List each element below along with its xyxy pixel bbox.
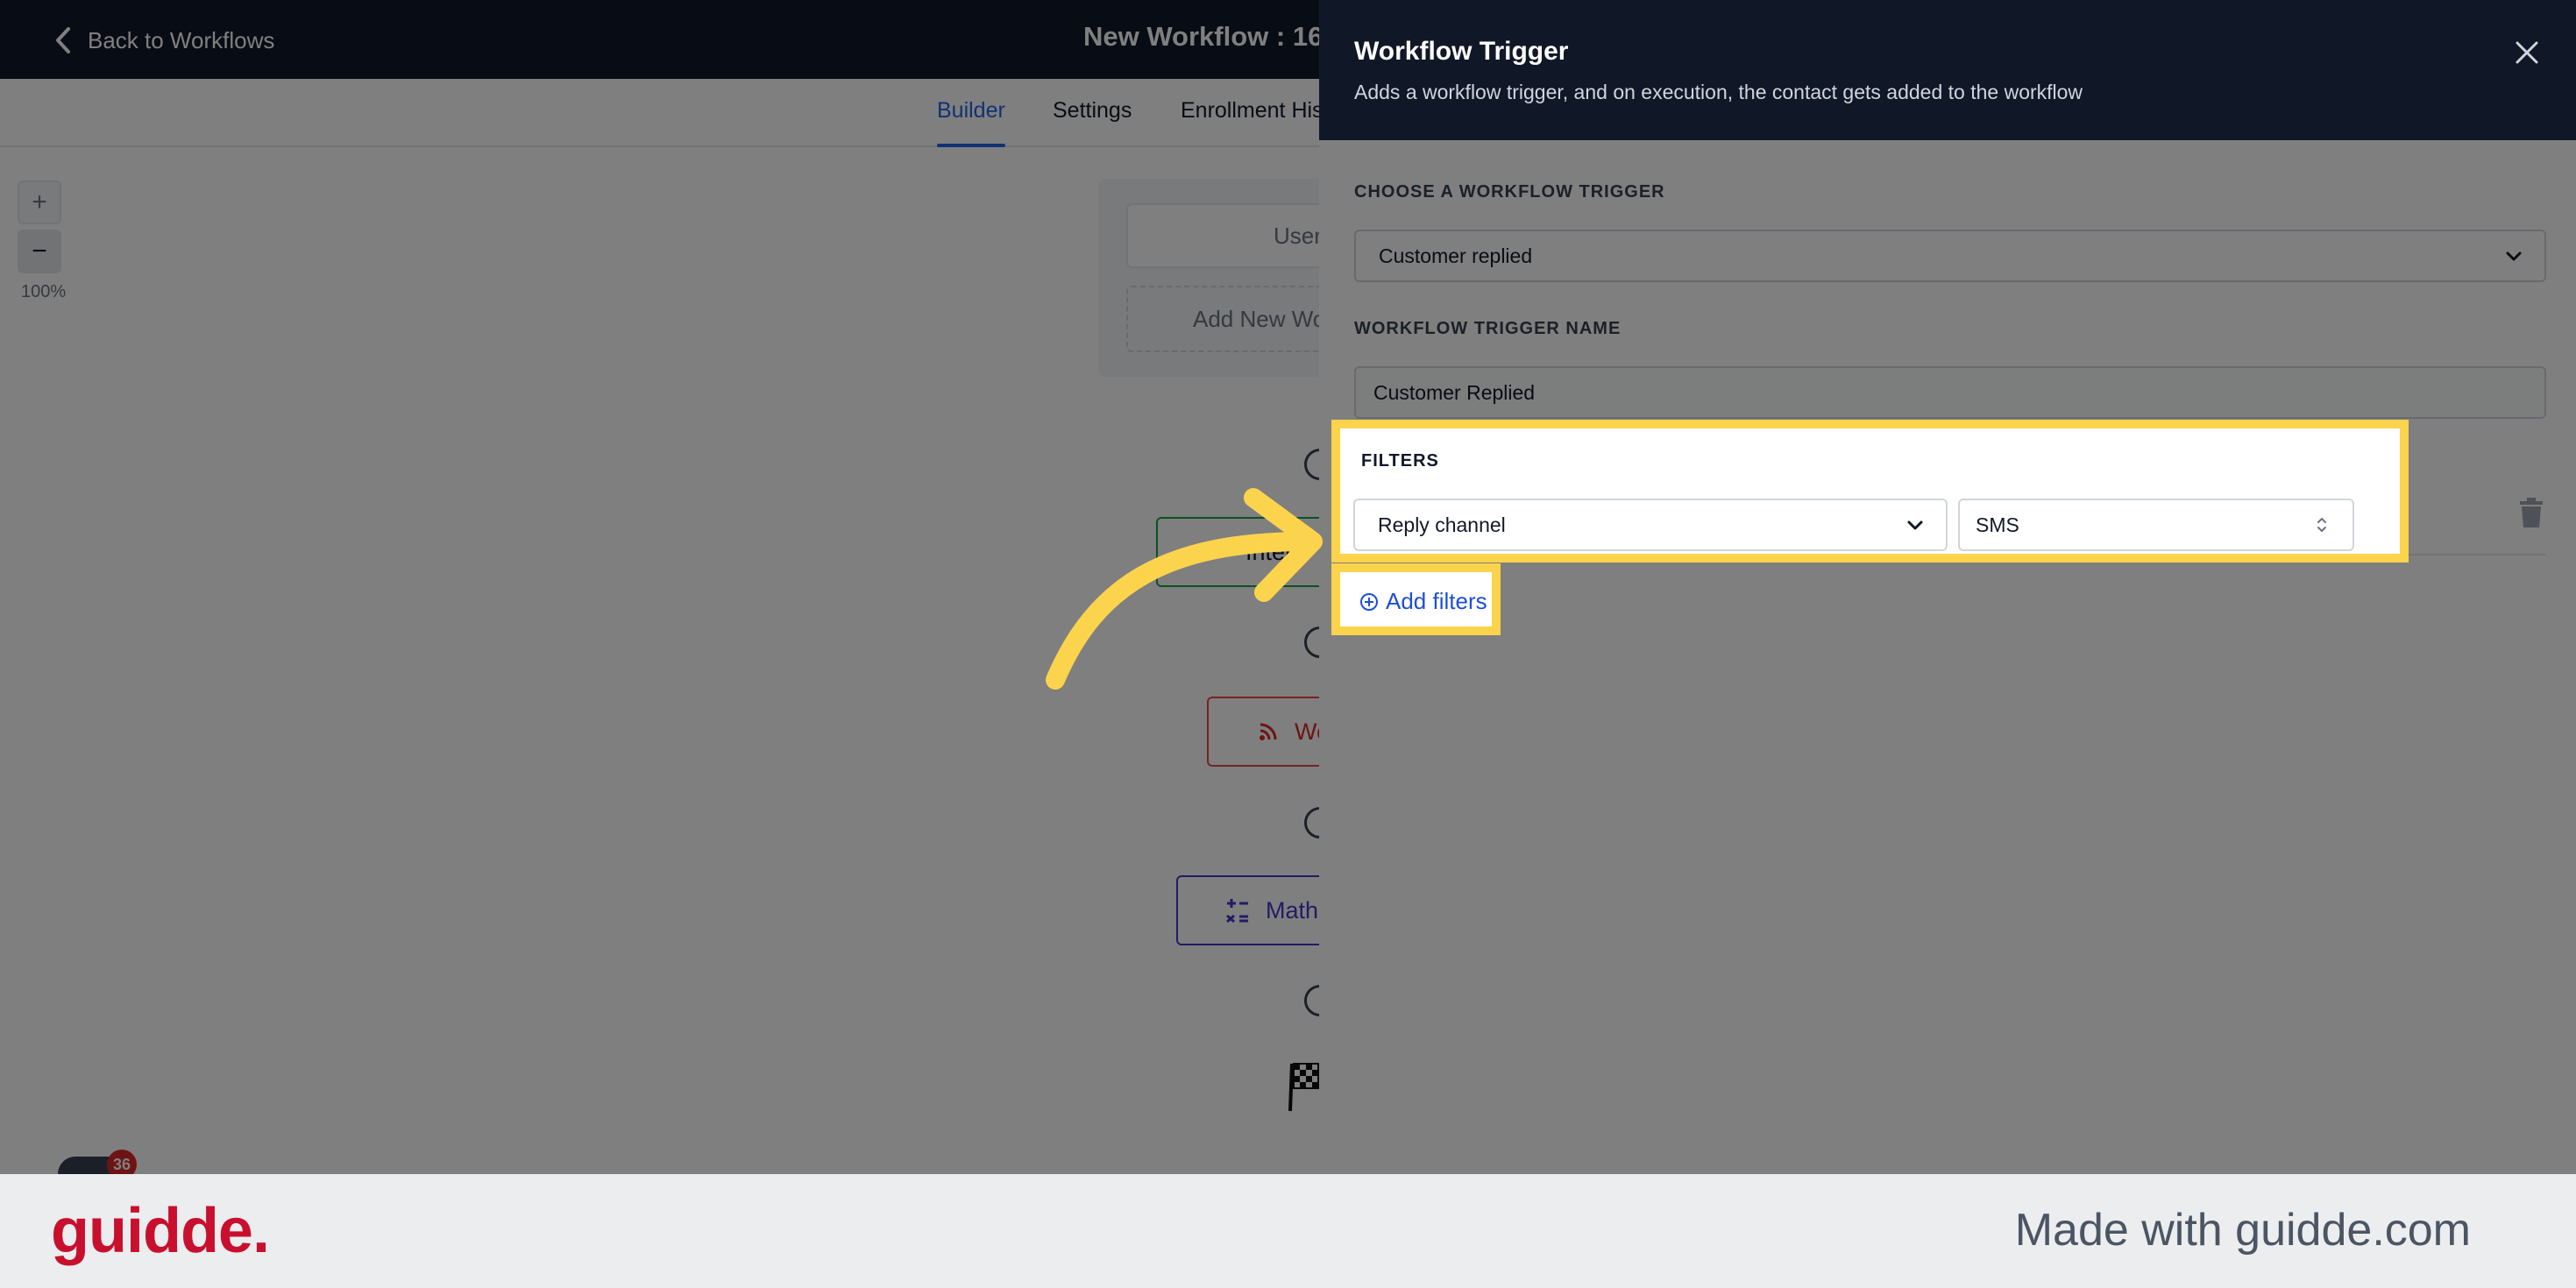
chevron-up-down-icon (2317, 518, 2326, 532)
plus-circle-icon (1360, 592, 1378, 611)
filter-value: SMS (1976, 513, 2019, 536)
panel-dim-overlay (1319, 140, 2576, 1174)
add-filters-highlight: Add filters (1331, 563, 1501, 635)
filter-field-select[interactable]: Reply channel (1353, 499, 1948, 551)
workflow-trigger-panel: Workflow Trigger Adds a workflow trigger… (1319, 0, 2576, 1174)
guidde-footer: guidde. Made with guidde.com (0, 1174, 2576, 1288)
panel-header: Workflow Trigger Adds a workflow trigger… (1319, 0, 2576, 140)
filter-field-value: Reply channel (1378, 513, 1506, 536)
guidde-logo: guidde. (51, 1196, 270, 1266)
panel-subtitle: Adds a workflow trigger, and on executio… (1354, 81, 2083, 103)
pointer-arrow-icon (1046, 488, 1323, 690)
filters-highlight: FILTERS Reply channel SMS (1331, 420, 2409, 563)
close-icon[interactable] (2513, 39, 2541, 67)
add-filters-label: Add filters (1386, 588, 1487, 614)
panel-title: Workflow Trigger (1354, 37, 1569, 66)
chevron-down-icon (1907, 520, 1923, 530)
filters-label: FILTERS (1361, 451, 1439, 471)
filter-value-select[interactable]: SMS (1958, 499, 2354, 551)
made-with-text: Made with guidde.com (2014, 1205, 2471, 1256)
add-filters-button[interactable]: Add filters (1359, 588, 1487, 615)
